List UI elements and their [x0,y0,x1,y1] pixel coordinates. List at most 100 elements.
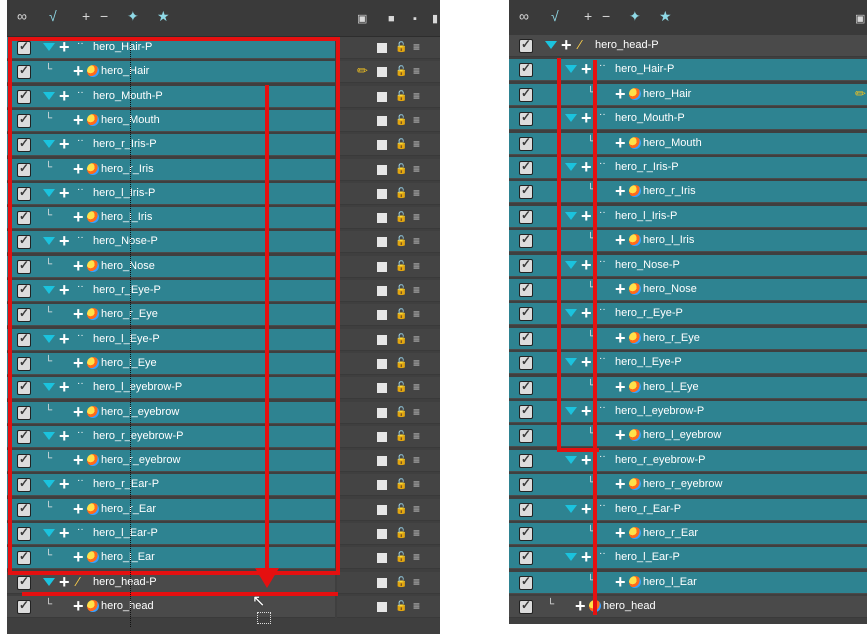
layer-row[interactable]: └+hero_l_Eye [509,376,867,399]
layer-color-swatch[interactable] [377,67,387,78]
layer-visibility-checkbox[interactable] [519,354,533,371]
layer-stack-icon[interactable]: ≡ [413,430,420,442]
layer-row[interactable]: └+hero_Hair✏ [509,83,867,106]
layer-stack-icon[interactable]: ≡ [413,551,420,563]
layer-row[interactable]: + ·· hero_l_Iris-P [509,205,867,228]
layer-stack-icon[interactable]: ≡ [413,454,420,466]
layer-row[interactable]: + ·· hero_l_eyebrow-P [509,401,867,423]
layer-stack-icon[interactable]: ≡ [413,406,420,418]
layer-color-swatch[interactable] [377,553,387,564]
layer-visibility-checkbox[interactable] [17,598,31,614]
layer-color-swatch[interactable] [377,456,387,467]
layer-color-swatch[interactable] [377,504,387,515]
add-peg-icon[interactable]: ✦ [629,7,641,25]
layer-visibility-checkbox[interactable] [519,61,533,78]
layer-color-swatch[interactable] [377,91,387,102]
layer-color-swatch[interactable] [377,383,387,394]
layer-stack-icon[interactable]: ≡ [413,65,420,77]
layer-visibility-checkbox[interactable] [519,574,533,590]
layer-row[interactable]: + ·· hero_r_eyebrow-P [509,449,867,472]
layer-visibility-checkbox[interactable] [519,330,533,346]
layer-stack-icon[interactable]: ≡ [413,527,420,539]
lock-icon[interactable]: 🔓 [395,139,407,151]
lock-icon[interactable]: 🔓 [395,601,407,613]
layer-visibility-checkbox[interactable] [519,305,533,322]
layer-color-swatch[interactable] [377,407,387,418]
layer-row[interactable]: └+hero_l_eyebrow [509,425,867,448]
layer-color-swatch[interactable] [377,43,387,53]
layer-color-swatch[interactable] [377,310,387,321]
lock-icon[interactable]: 🔓 [395,334,407,346]
lock-icon[interactable]: 🔓 [395,528,407,540]
layer-row[interactable]: + ·· hero_r_Eye-P [509,303,867,326]
layer-row[interactable]: + ∕ hero_head-P [509,35,867,57]
layer-row[interactable]: + ·· hero_l_Eye-P [509,352,867,375]
lock-icon[interactable]: 🔓 [395,504,407,516]
expand-collapse-icon[interactable] [565,309,577,318]
lock-icon[interactable]: 🔓 [395,91,407,103]
layer-stack-icon[interactable]: ≡ [413,187,420,199]
lock-icon[interactable]: 🔓 [395,407,407,419]
layer-visibility-checkbox[interactable] [519,427,533,444]
add-layer-icon[interactable]: + [82,7,90,25]
layer-color-swatch[interactable] [377,237,387,248]
layer-color-swatch[interactable] [377,577,387,588]
layer-stack-icon[interactable]: ≡ [413,478,420,490]
layer-color-swatch[interactable] [377,213,387,224]
layer-color-swatch[interactable] [377,431,387,442]
add-peg-icon[interactable]: ✦ [127,7,139,25]
layer-row[interactable]: └+hero_Nose [509,279,867,301]
camera-view-icon[interactable]: ▣ [855,10,865,28]
layer-visibility-checkbox[interactable] [519,452,533,468]
expand-collapse-icon[interactable] [565,260,577,269]
layer-stack-icon[interactable]: ≡ [413,138,420,150]
add-drawing-icon[interactable]: ★ [659,7,672,25]
layer-visibility-checkbox[interactable] [519,208,533,224]
layer-row[interactable]: + ·· hero_Mouth-P [509,108,867,131]
layer-visibility-checkbox[interactable] [519,549,533,566]
layer-color-swatch[interactable] [377,115,387,126]
layer-visibility-checkbox[interactable] [519,476,533,493]
lock-icon[interactable]: 🔓 [395,261,407,273]
layer-visibility-checkbox[interactable] [519,183,533,200]
layer-stack-icon[interactable]: ≡ [413,284,420,296]
expand-collapse-icon[interactable] [565,65,577,74]
layer-color-swatch[interactable] [377,188,387,199]
layer-visibility-checkbox[interactable] [519,37,533,53]
layer-row[interactable]: + ·· hero_l_Ear-P [509,547,867,570]
expand-collapse-icon[interactable] [565,163,577,171]
layer-visibility-checkbox[interactable] [17,574,31,590]
lock-icon[interactable]: 🔓 [395,358,407,370]
layer-row[interactable]: + ·· hero_r_Ear-P [509,498,867,521]
layer-visibility-checkbox[interactable] [519,379,533,395]
layer-row[interactable]: └ + hero_head [509,596,867,619]
add-drawing-icon[interactable]: ★ [157,7,170,25]
add-layer-icon[interactable]: + [584,7,592,25]
layer-stack-icon[interactable]: ≡ [413,90,420,102]
layer-color-swatch[interactable] [377,261,387,272]
layer-row[interactable]: + ·· hero_r_Iris-P [509,157,867,179]
lock-icon[interactable]: 🔓 [395,66,407,78]
layer-color-swatch[interactable] [377,480,387,491]
lock-icon[interactable]: 🔓 [395,552,407,564]
delete-layer-icon[interactable]: − [602,7,610,25]
lightbox-icon[interactable]: √ [551,7,559,25]
layer-color-swatch[interactable] [377,529,387,539]
expand-collapse-icon[interactable] [565,211,577,220]
small-square-icon[interactable]: ▪ [413,10,417,28]
layer-color-swatch[interactable] [377,334,387,345]
layer-visibility-checkbox[interactable] [519,110,533,127]
layer-row[interactable]: └+hero_l_Ear [509,571,867,594]
lock-icon[interactable]: 🔓 [395,285,407,297]
display-icon[interactable]: ■ [388,10,395,28]
lock-icon[interactable]: 🔓 [395,164,407,176]
layer-visibility-checkbox[interactable] [519,135,533,151]
layer-row[interactable]: └+hero_r_eyebrow [509,474,867,497]
layer-stack-icon[interactable]: ≡ [413,333,420,345]
layer-visibility-checkbox[interactable] [519,403,533,419]
layer-color-icon[interactable]: ▮ [432,10,438,28]
layer-stack-icon[interactable]: ≡ [413,308,420,320]
lock-icon[interactable]: 🔓 [395,42,407,54]
onion-skin-icon[interactable]: ∞ [519,7,529,25]
layer-row[interactable]: └ + hero_head 🔓 ≡ [7,595,440,618]
